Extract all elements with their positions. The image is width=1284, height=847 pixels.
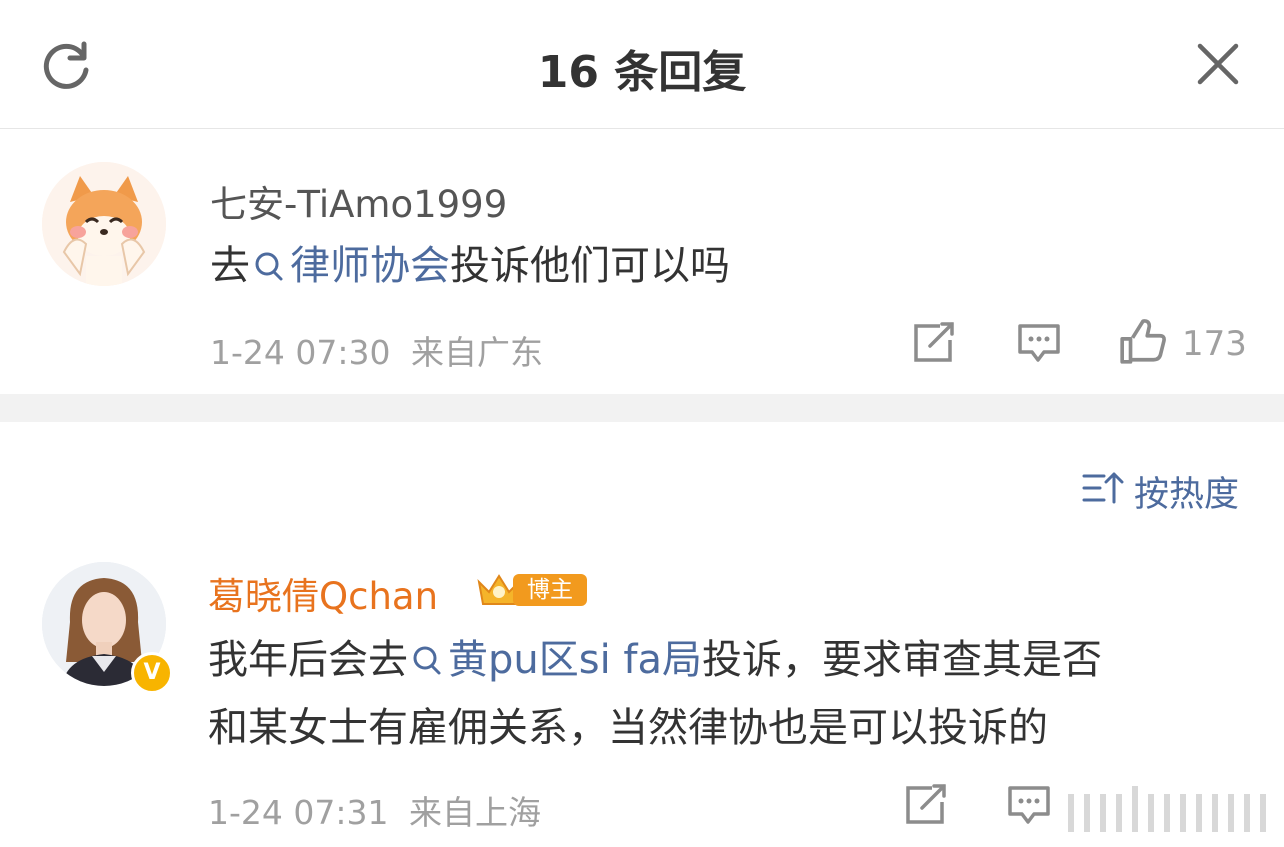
- badge-label: 博主: [513, 574, 587, 606]
- comment-text-end: 投诉他们可以吗: [450, 243, 730, 289]
- comment-meta: 1-24 07:30 来自广东: [210, 326, 543, 374]
- timestamp: 1-24 07:30: [210, 333, 391, 372]
- shiba-avatar-image: [42, 162, 166, 286]
- reply-text-end: 投诉，要求审查其是否: [702, 637, 1103, 683]
- comment-icon[interactable]: [1016, 320, 1062, 366]
- topic-link-label: 律师协会: [290, 243, 450, 289]
- page-title: 16 条回复: [537, 47, 747, 98]
- reply-text-start: 我年后会去: [208, 637, 408, 683]
- reply-text-line-1: 我年后会去 黄pu区si fa局投诉，要求审查其是否: [208, 626, 1102, 694]
- location: 来自广东: [411, 333, 543, 372]
- search-icon: [255, 252, 283, 281]
- like-icon[interactable]: [1118, 318, 1166, 366]
- share-icon[interactable]: [910, 320, 956, 366]
- reply-meta: 1-24 07:31 来自上海: [208, 786, 541, 834]
- sort-label: 按热度: [1134, 475, 1240, 515]
- comment-text: 去律师协会投诉他们可以吗: [210, 232, 730, 300]
- topic-link-label: 黄pu区si fa局: [448, 637, 703, 683]
- reply-text-line-2: 和某女士有雇佣关系，当然律协也是可以投诉的: [208, 705, 1048, 751]
- share-icon[interactable]: [902, 782, 948, 828]
- topic-link[interactable]: 黄pu区si fa局: [408, 637, 702, 683]
- search-icon: [413, 646, 441, 675]
- avatar[interactable]: [42, 162, 166, 286]
- comment-text-start: 去: [210, 243, 250, 289]
- blogger-badge: 博主: [475, 570, 587, 610]
- watermark-bars: [1068, 786, 1266, 832]
- sort-icon: [1082, 472, 1124, 504]
- verified-badge: V: [131, 652, 173, 694]
- location: 来自上海: [409, 793, 541, 832]
- close-icon[interactable]: [1196, 42, 1240, 86]
- topic-link[interactable]: 律师协会: [250, 243, 450, 289]
- root-comment: 七安-TiAmo1999 去律师协会投诉他们可以吗 1-24 07:30 来自广…: [0, 128, 1284, 394]
- timestamp: 1-24 07:31: [208, 793, 389, 832]
- comment-icon[interactable]: [1006, 782, 1052, 828]
- reply-header: 16 条回复: [0, 0, 1284, 129]
- section-separator: [0, 394, 1284, 422]
- username[interactable]: 葛晓倩Qchan: [208, 566, 438, 620]
- like-count: 173: [1182, 324, 1247, 364]
- username[interactable]: 七安-TiAmo1999: [210, 174, 507, 228]
